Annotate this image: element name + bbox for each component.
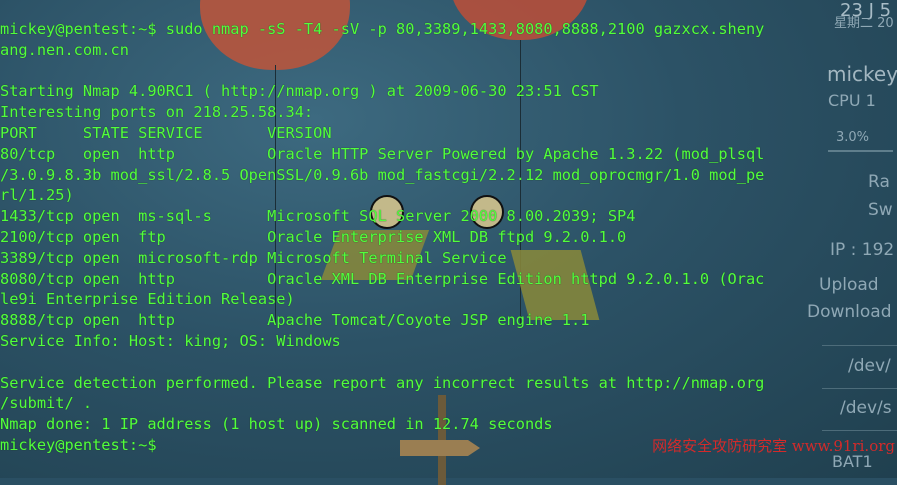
terminal-line: 8080/tcp open http Oracle XML DB Enterpr…: [0, 269, 765, 288]
watermark-text: 网络安全攻防研究室 www.91ri.org: [652, 437, 895, 455]
terminal-line: Service detection performed. Please repo…: [0, 373, 765, 392]
terminal-line: Nmap done: 1 IP address (1 host up) scan…: [0, 415, 553, 434]
terminal-line: 2100/tcp open ftp Oracle Enterprise XML …: [0, 227, 627, 246]
terminal-line: 80/tcp open http Oracle HTTP Server Powe…: [0, 144, 765, 163]
terminal-line: Interesting ports on 218.25.58.34:: [0, 103, 314, 122]
terminal-line: Starting Nmap 4.90RC1 ( http://nmap.org …: [0, 82, 599, 101]
terminal-line: Service Info: Host: king; OS: Windows: [0, 331, 341, 350]
terminal-line: /3.0.9.8.3b mod_ssl/2.8.5 OpenSSL/0.9.6b…: [0, 165, 765, 184]
terminal-line: PORT STATE SERVICE VERSION: [0, 123, 332, 142]
terminal-line: 3389/tcp open microsoft-rdp Microsoft Te…: [0, 248, 507, 267]
terminal-line: rl/1.25): [0, 186, 74, 205]
terminal-line: 8888/tcp open http Apache Tomcat/Coyote …: [0, 311, 590, 330]
terminal-line: ang.nen.com.cn: [0, 40, 129, 59]
terminal-line: 1433/tcp open ms-sql-s Microsoft SQL Ser…: [0, 207, 636, 226]
terminal-line: /submit/ .: [0, 394, 93, 413]
terminal-line: le9i Enterprise Edition Release): [0, 290, 295, 309]
terminal-line: mickey@pentest:~$ sudo nmap -sS -T4 -sV …: [0, 20, 765, 38]
terminal-output[interactable]: mickey@pentest:~$ sudo nmap -sS -T4 -sV …: [0, 19, 897, 456]
